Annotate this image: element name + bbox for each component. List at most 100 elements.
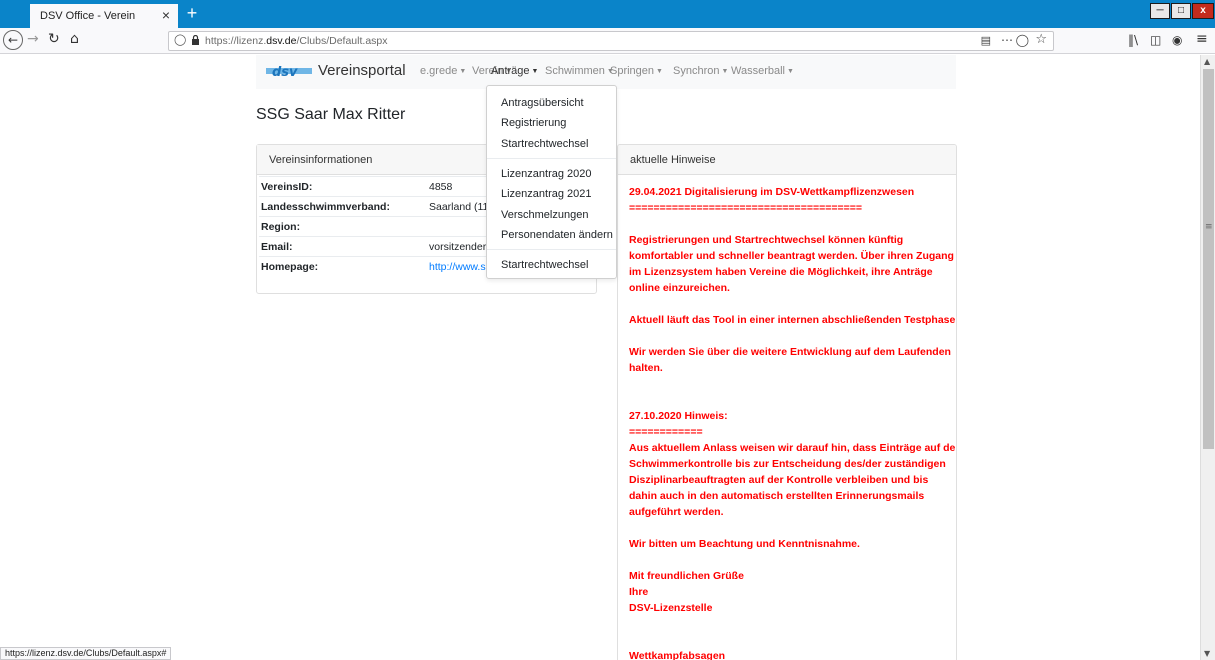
dropdown-item-lizenzantrag-2020[interactable]: Lizenzantrag 2020 (501, 168, 592, 180)
nav-schwimmen-label: Schwimmen (545, 65, 605, 77)
nav-wasserball[interactable]: Wasserball ▼ (731, 65, 794, 77)
hint-spacer (629, 376, 954, 392)
antraege-dropdown-menu: Antragsübersicht Registrierung Startrech… (486, 85, 617, 279)
dropdown-item-antragsuebersicht[interactable]: Antragsübersicht (501, 97, 584, 109)
nav-springen-label: Springen (610, 65, 655, 77)
hints-card-title: aktuelle Hinweise (618, 145, 956, 175)
hint-spacer (629, 552, 954, 568)
window-minimize-button[interactable]: ─ (1150, 3, 1170, 19)
svg-text:dsv: dsv (272, 65, 298, 78)
caret-down-icon: ▼ (656, 67, 663, 75)
bookmark-star-icon[interactable]: ☆ (1035, 32, 1047, 47)
info-label: Landesschwimmverband: (261, 201, 390, 213)
caret-down-icon: ▼ (721, 67, 729, 75)
info-label: Region: (261, 221, 301, 233)
dropdown-item-personendaten-aendern[interactable]: Personendaten ändern (501, 229, 613, 241)
window-maximize-button[interactable]: □ (1171, 3, 1191, 19)
scroll-up-icon[interactable]: ▲ (1204, 57, 1210, 66)
nav-synchron-label: Synchron (673, 65, 720, 77)
nav-egrede-label: e.grede (420, 65, 458, 77)
hint-spacer (629, 616, 954, 632)
info-label: VereinsID: (261, 181, 313, 193)
url-path: /Clubs/Default.aspx (296, 35, 388, 47)
hint-spacer (629, 328, 954, 344)
sidebar-icon[interactable]: ◫ (1150, 33, 1161, 47)
hint-line: Wettkampfabsagen (629, 650, 726, 660)
hint-line: Registrierungen und Startrechtwechsel kö… (629, 234, 904, 246)
nav-egrede[interactable]: e.grede ▼ (420, 65, 466, 77)
status-bar-url: https://lizenz.dsv.de/Clubs/Default.aspx… (0, 647, 172, 660)
nav-antraege[interactable]: Anträge ▼ (491, 65, 538, 77)
page-viewport: dsv Vereinsportal e.grede ▼ Verein ▼ Anträ… (0, 55, 1200, 660)
dropdown-divider (487, 158, 616, 159)
hint-line: Wir werden Sie über die weitere Entwickl… (629, 346, 951, 358)
hint-spacer (629, 296, 954, 312)
home-icon[interactable]: ⌂ (70, 31, 79, 47)
hint-line: Disziplinarbeauftragten auf der Kontroll… (629, 474, 929, 486)
info-value: 4858 (429, 181, 453, 193)
dropdown-item-startrechtwechsel[interactable]: Startrechtwechsel (501, 138, 588, 150)
info-label: Homepage: (261, 261, 319, 273)
nav-springen[interactable]: Springen ▼ (610, 65, 663, 77)
dropdown-item-startrechtwechsel-2[interactable]: Startrechtwechsel (501, 259, 588, 271)
reload-icon[interactable]: ↻ (48, 31, 60, 47)
hint-line: im Lizenzsystem haben Vereine die Möglic… (629, 266, 933, 278)
hint-line: 29.04.2021 Digitalisierung im DSV-Wettka… (629, 186, 915, 198)
url-prefix: https://lizenz. (205, 35, 267, 47)
forward-arrow-icon[interactable]: → (27, 31, 39, 47)
lock-icon[interactable] (191, 35, 200, 45)
dsv-logo[interactable]: dsv (266, 64, 312, 78)
hint-spacer (629, 392, 954, 408)
browser-tab-active[interactable]: DSV Office - Verein × (30, 4, 178, 28)
nav-schwimmen[interactable]: Schwimmen ▼ (545, 65, 614, 77)
scrollbar-grip-icon: ≡ (1205, 222, 1213, 232)
info-label: Email: (261, 241, 293, 253)
dropdown-divider (487, 249, 616, 250)
hamburger-menu-icon[interactable]: ≡ (1196, 31, 1208, 47)
caret-down-icon: ▼ (459, 67, 467, 75)
account-icon[interactable]: ◉ (1172, 33, 1182, 47)
hint-line: Mit freundlichen Grüße (629, 570, 744, 582)
dropdown-item-verschmelzungen[interactable]: Verschmelzungen (501, 209, 588, 221)
info-value: Saarland (11) (429, 201, 492, 213)
dropdown-item-registrierung[interactable]: Registrierung (501, 117, 566, 129)
url-domain: dsv.de (266, 35, 297, 47)
hint-line: online einzureichen. (629, 282, 730, 294)
browser-toolbar: ← → ↻ ⌂ ◯ https://lizenz.dsv.de/Clubs/De… (0, 28, 1215, 54)
page-scrollbar[interactable]: ▲ ≡ ▼ (1200, 55, 1215, 660)
hint-spacer (629, 632, 954, 648)
dropdown-item-lizenzantrag-2021[interactable]: Lizenzantrag 2021 (501, 188, 592, 200)
tracking-shield-icon[interactable]: ◯ (174, 33, 186, 46)
pocket-icon[interactable]: ◯ (1016, 33, 1029, 47)
library-icon[interactable]: ‖\ (1128, 33, 1138, 47)
window-close-button[interactable]: x (1192, 3, 1214, 19)
back-arrow-icon[interactable]: ← (3, 30, 23, 50)
hint-line: Aus aktuellem Anlass weisen wir darauf h… (629, 442, 957, 454)
hint-line: halten. (629, 362, 663, 374)
hint-line: dahin auch in den automatisch erstellten… (629, 490, 925, 502)
nav-wasserball-label: Wasserball (731, 65, 785, 77)
scroll-down-icon[interactable]: ▼ (1204, 649, 1210, 658)
url-bar[interactable]: ◯ https://lizenz.dsv.de/Clubs/Default.as… (168, 31, 1054, 51)
hint-line: Ihre (629, 586, 649, 598)
site-navbar: dsv Vereinsportal e.grede ▼ Verein ▼ Anträ… (256, 55, 956, 89)
hint-line: komfortabler und schneller beantragt wer… (629, 250, 954, 262)
scrollbar-thumb[interactable] (1203, 69, 1214, 449)
nav-antraege-label: Anträge (491, 65, 530, 77)
site-brand[interactable]: Vereinsportal (318, 62, 406, 79)
nav-synchron[interactable]: Synchron ▼ (673, 65, 728, 77)
homepage-link[interactable]: http://www.ss (429, 261, 491, 273)
tab-title: DSV Office - Verein (40, 10, 136, 22)
hints-body: 29.04.2021 Digitalisierung im DSV-Wettka… (629, 184, 957, 660)
caret-down-icon: ▼ (787, 67, 794, 75)
hint-line: Schwimmerkontrolle bis zur Entscheidung … (629, 458, 946, 470)
hint-line: 27.10.2020 Hinweis: (629, 410, 728, 422)
hint-line: ============ (629, 426, 703, 438)
hint-line: Aktuell läuft das Tool in einer internen… (629, 314, 957, 326)
url-text[interactable]: https://lizenz.dsv.de/Clubs/Default.aspx (205, 35, 388, 47)
reader-view-icon[interactable]: ▤ (981, 34, 991, 47)
page-actions-icon[interactable]: ⋯ (1001, 33, 1013, 47)
hint-line: aufgeführt werden. (629, 506, 724, 518)
new-tab-button[interactable]: + (180, 3, 204, 25)
tab-close-icon[interactable]: × (162, 7, 170, 23)
